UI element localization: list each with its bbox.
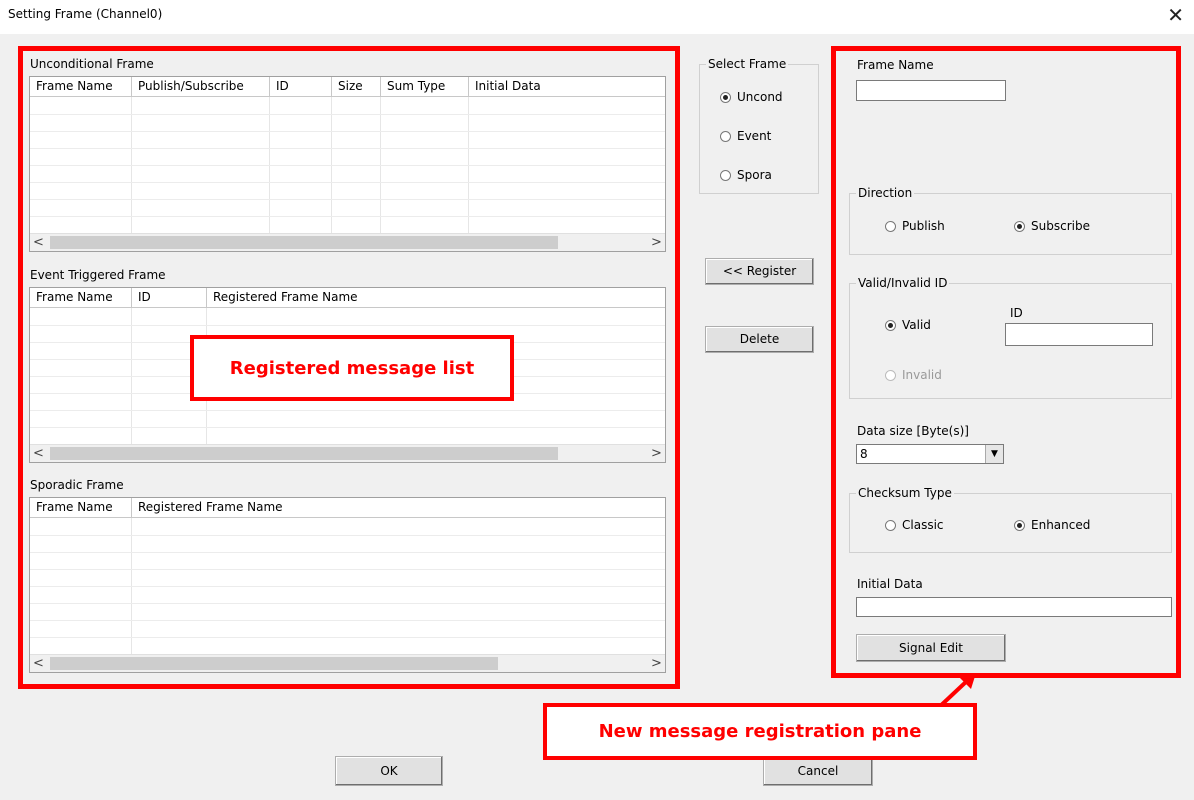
- radio-event[interactable]: Event: [720, 129, 771, 143]
- close-icon[interactable]: ✕: [1167, 4, 1184, 26]
- select-frame-label: Select Frame: [706, 57, 789, 71]
- radio-uncond[interactable]: Uncond: [720, 90, 783, 104]
- cancel-button[interactable]: Cancel: [763, 756, 873, 786]
- radio-empty-icon: [720, 169, 731, 181]
- ok-button[interactable]: OK: [335, 756, 443, 786]
- delete-button[interactable]: Delete: [705, 326, 814, 353]
- radio-selected-icon: [720, 91, 731, 103]
- radio-spora[interactable]: Spora: [720, 168, 772, 182]
- registration-pane-highlight: [831, 46, 1181, 678]
- select-frame-group: Select Frame Uncond Event Spora: [699, 57, 819, 194]
- register-button[interactable]: << Register: [705, 258, 814, 285]
- title-bar: [0, 0, 1194, 34]
- callout-new-message-registration-pane-overlay: New message registration pane: [543, 703, 977, 760]
- window-title: Setting Frame (Channel0): [8, 7, 163, 21]
- callout-registered-message-list: Registered message list: [190, 335, 514, 401]
- radio-empty-icon: [720, 130, 731, 142]
